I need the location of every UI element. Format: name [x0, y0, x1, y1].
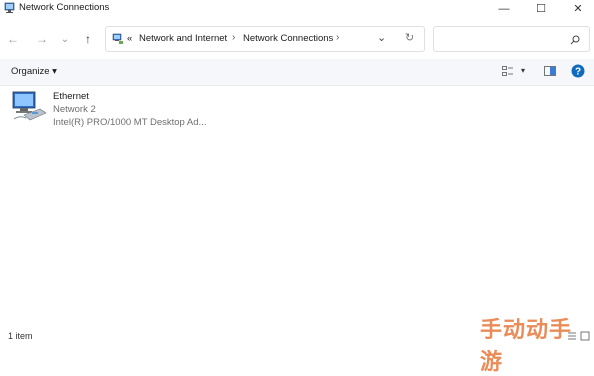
address-dropdown-icon[interactable]: ⌄: [377, 31, 386, 44]
refresh-icon[interactable]: ↻: [405, 31, 414, 44]
search-input[interactable]: [433, 26, 590, 52]
close-button[interactable]: ✕: [560, 0, 594, 17]
organize-button[interactable]: Organize ▾: [11, 66, 57, 77]
title-bar: Network Connections — ☐ ✕: [0, 0, 594, 17]
maximize-button[interactable]: ☐: [523, 0, 559, 17]
chevron-down-icon: ⌄: [60, 33, 70, 45]
view-options-dropdown-icon[interactable]: ▾: [521, 66, 525, 75]
forward-button[interactable]: →: [33, 30, 51, 48]
breadcrumb-network-and-internet[interactable]: Network and Internet: [139, 33, 227, 44]
connection-adapter: Intel(R) PRO/1000 MT Desktop Ad...: [53, 117, 207, 128]
breadcrumb-network-connections[interactable]: Network Connections: [243, 33, 333, 44]
window-title: Network Connections: [19, 2, 110, 13]
back-button[interactable]: ←: [4, 30, 22, 48]
list-item[interactable]: Ethernet Network 2 Intel(R) PRO/1000 MT …: [10, 89, 210, 131]
item-count: 1 item: [8, 331, 33, 341]
watermark: 手动动手游: [480, 318, 573, 375]
up-arrow-icon: ↑: [85, 32, 91, 46]
close-icon: ✕: [573, 3, 583, 15]
preview-pane-icon[interactable]: [544, 66, 556, 77]
breadcrumb-separator-icon[interactable]: ›: [336, 32, 339, 43]
command-bar: Organize ▾ ▾ ?: [0, 59, 594, 86]
connection-network: Network 2: [53, 104, 96, 115]
ethernet-adapter-icon: [12, 91, 47, 121]
change-view-icon[interactable]: [502, 66, 514, 77]
help-icon[interactable]: ?: [571, 64, 585, 78]
search-icon: [570, 35, 580, 45]
recent-locations-button[interactable]: ⌄: [56, 30, 74, 48]
maximize-icon: ☐: [536, 3, 546, 15]
network-connections-icon: [4, 2, 15, 13]
minimize-icon: —: [498, 2, 510, 15]
back-arrow-icon: ←: [7, 32, 19, 46]
breadcrumb-separator-icon[interactable]: ›: [232, 32, 235, 43]
forward-arrow-icon: →: [36, 32, 48, 46]
network-folder-icon: [112, 33, 123, 44]
minimize-button[interactable]: —: [486, 0, 522, 17]
up-button[interactable]: ↑: [79, 30, 97, 48]
connection-name: Ethernet: [53, 91, 89, 102]
address-bar[interactable]: « Network and Internet › Network Connect…: [105, 26, 425, 52]
address-overflow-icon[interactable]: «: [127, 33, 132, 44]
svg-text:?: ?: [575, 67, 581, 78]
